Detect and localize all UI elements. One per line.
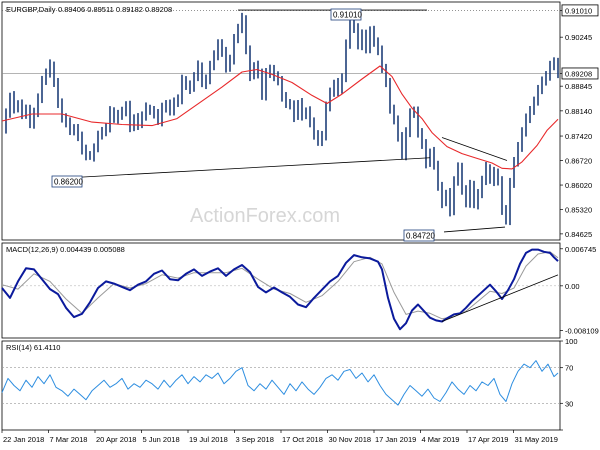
macd-axis-label: -0.008109 bbox=[565, 326, 599, 335]
rsi-pane-frame bbox=[1, 340, 561, 431]
macd-line bbox=[1, 248, 559, 331]
price-title: EURGBP,Daily bbox=[6, 5, 56, 14]
x-axis-label: 19 Jul 2018 bbox=[189, 435, 228, 444]
annotation-high: 0.91010 bbox=[333, 11, 362, 20]
macd-axis-label: 0.006745 bbox=[565, 245, 596, 254]
x-axis-label: 22 Jan 2018 bbox=[3, 435, 44, 444]
macd-trend-line bbox=[441, 274, 559, 322]
rsi-title: RSI(14) 61.4110 bbox=[6, 343, 60, 352]
price-axis-label: 0.88140 bbox=[565, 107, 592, 116]
price-axis-label: 0.84625 bbox=[565, 230, 592, 239]
price-axis-label: 0.88845 bbox=[565, 82, 592, 91]
watermark: ActionForex.com bbox=[190, 205, 340, 227]
annotation-low: 0.84720 bbox=[406, 232, 435, 241]
rsi-line bbox=[1, 360, 559, 406]
x-axis-label: 4 Mar 2019 bbox=[422, 435, 460, 444]
macd-axis-label: 0.00 bbox=[565, 282, 580, 291]
x-axis-label: 17 Oct 2018 bbox=[282, 435, 323, 444]
rsi-axis-label: 70 bbox=[565, 364, 573, 373]
price-axis-label: 0.87420 bbox=[565, 132, 592, 141]
resistance-price-tag: 0.91010 bbox=[565, 6, 592, 15]
x-axis-label: 17 Apr 2019 bbox=[468, 435, 508, 444]
channel-lower-line bbox=[443, 226, 506, 233]
support-trend-line bbox=[51, 157, 431, 180]
x-axis-label: 5 Jun 2018 bbox=[143, 435, 180, 444]
rsi-axis-label: 30 bbox=[565, 399, 573, 408]
x-axis-label: 17 Jan 2019 bbox=[375, 435, 416, 444]
macd-title: MACD(12,26,9) 0.004439 0.005088 bbox=[6, 245, 125, 254]
rsi-axis-label: 100 bbox=[565, 337, 578, 346]
price-bars bbox=[5, 12, 559, 226]
chart-canvas: ActionForex.com EURGBP,Daily 0.89406 0.895… bbox=[1, 1, 599, 444]
x-axis-label: 3 Sep 2018 bbox=[236, 435, 274, 444]
last-price-tag: 0.89208 bbox=[565, 69, 592, 78]
price-ohlc-values: 0.89406 0.89511 0.89182 0.89208 bbox=[58, 5, 172, 14]
x-axis-label: 31 May 2019 bbox=[515, 435, 558, 444]
price-axis-label: 0.86020 bbox=[565, 181, 592, 190]
x-axis-label: 7 Mar 2018 bbox=[50, 435, 88, 444]
price-axis-label: 0.86720 bbox=[565, 157, 592, 166]
x-axis-label: 20 Apr 2018 bbox=[96, 435, 136, 444]
x-axis-label: 30 Nov 2018 bbox=[329, 435, 372, 444]
macd-pane-frame bbox=[1, 242, 561, 339]
chart-root: ActionForex.com EURGBP,Daily 0.89406 0.895… bbox=[0, 0, 600, 450]
price-axis-label: 0.90245 bbox=[565, 33, 592, 42]
price-axis-label: 0.85320 bbox=[565, 206, 592, 215]
annotation-support: 0.86200 bbox=[54, 178, 83, 187]
